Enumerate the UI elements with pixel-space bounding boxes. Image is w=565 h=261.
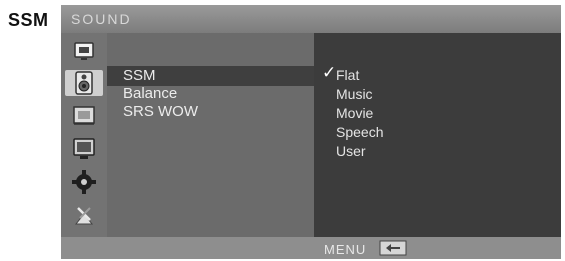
screen-icon[interactable] <box>65 136 103 162</box>
time-icon[interactable] <box>65 103 103 129</box>
check-icon: ✓ <box>322 63 337 82</box>
ssm-side-label: SSM <box>8 10 49 30</box>
option-flat[interactable]: Flat <box>336 67 359 83</box>
option-movie[interactable]: Movie <box>336 105 373 121</box>
menu-title: SOUND <box>71 11 132 27</box>
sound-icon[interactable] <box>65 70 103 96</box>
picture-icon[interactable] <box>65 39 103 65</box>
lock-icon[interactable] <box>65 202 103 228</box>
option-music[interactable]: Music <box>336 86 373 102</box>
menu-item-srs-wow[interactable]: SRS WOW <box>123 103 198 120</box>
menu-panel <box>107 33 314 237</box>
option-user[interactable]: User <box>336 143 366 159</box>
category-icon-column <box>61 33 107 237</box>
bottom-bar: MENU <box>61 237 561 259</box>
menu-label: MENU <box>324 242 367 257</box>
setup-icon[interactable] <box>65 169 103 195</box>
sound-osd-menu: SOUND SSM Balance SRS WOW ✓ Flat Music M… <box>61 5 561 259</box>
title-bar: SOUND <box>61 5 561 33</box>
menu-item-ssm[interactable]: SSM <box>123 67 156 84</box>
menu-back-icon[interactable] <box>379 240 407 256</box>
option-speech[interactable]: Speech <box>336 124 383 140</box>
menu-item-balance[interactable]: Balance <box>123 85 177 102</box>
